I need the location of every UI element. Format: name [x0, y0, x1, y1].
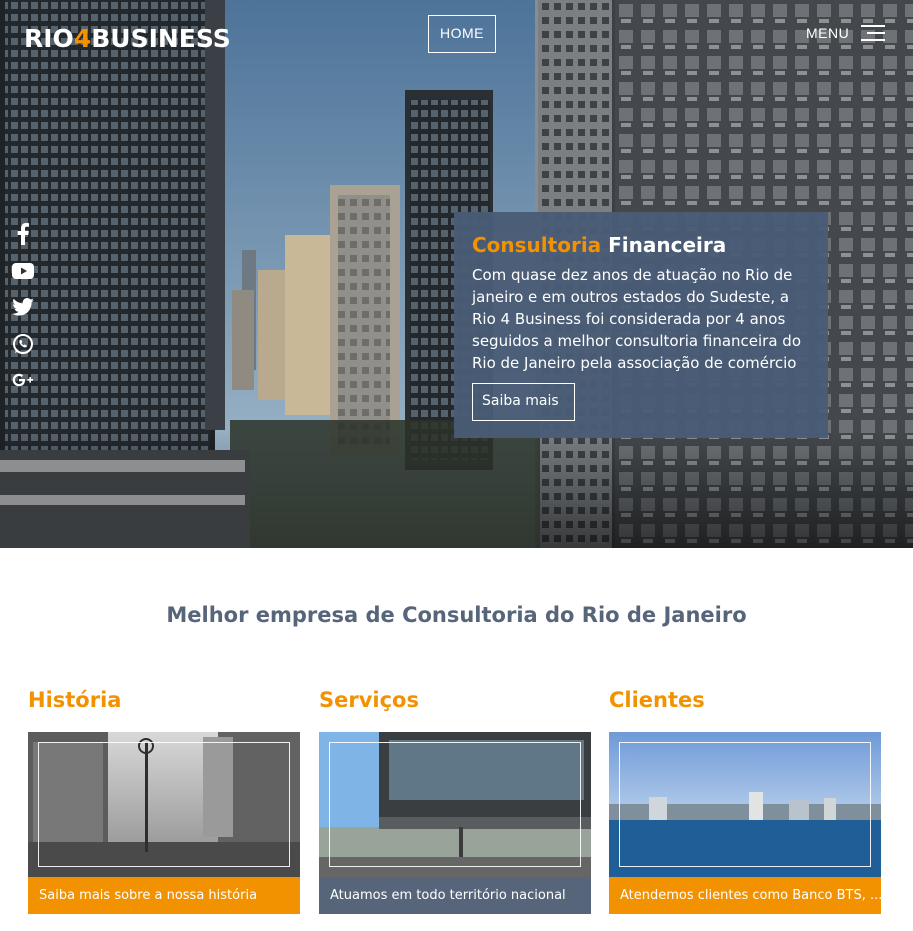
brand-logo[interactable]: RIO4BUSINESS	[24, 24, 231, 54]
clientes-caption-link[interactable]: Atendemos clientes como Banco BTS, ...	[609, 877, 881, 914]
social-links	[11, 222, 35, 405]
hero-card-title: Consultoria Financeira	[472, 232, 810, 258]
hero-banner: RIO4BUSINESS HOME MENU Consultoria Finan…	[0, 0, 913, 548]
section-headline: Melhor empresa de Consultoria do Rio de …	[166, 603, 747, 627]
column-title-servicos: Serviços	[319, 688, 419, 712]
home-button[interactable]: HOME	[428, 15, 496, 53]
logo-text-four: 4	[73, 24, 92, 53]
menu-label: MENU	[806, 25, 850, 41]
servicos-caption-link[interactable]: Atuamos em todo território nacional	[319, 877, 591, 914]
servicos-image-frame	[329, 742, 581, 867]
column-servicos: Serviços Atuamos em todo território naci…	[319, 686, 591, 914]
hero-card-title-highlight: Consultoria	[472, 233, 602, 257]
google-plus-icon[interactable]	[11, 368, 35, 392]
youtube-icon[interactable]	[11, 259, 35, 283]
whatsapp-icon[interactable]	[11, 332, 35, 356]
historia-image[interactable]	[28, 732, 300, 877]
clientes-image-frame	[619, 742, 871, 867]
twitter-icon[interactable]	[11, 295, 35, 319]
hamburger-icon	[861, 23, 886, 43]
clientes-image[interactable]	[609, 732, 881, 877]
column-historia: História Saiba mais sobre a nossa histór…	[28, 686, 300, 914]
column-title-historia: História	[28, 688, 122, 712]
saiba-mais-button[interactable]: Saiba mais	[472, 383, 575, 421]
menu-toggle[interactable]: MENU	[806, 23, 886, 43]
hero-card-title-rest: Financeira	[608, 233, 727, 257]
logo-text-business: BUSINESS	[91, 24, 231, 53]
historia-caption-link[interactable]: Saiba mais sobre a nossa história	[28, 877, 300, 914]
logo-text-rio: RIO	[24, 24, 74, 53]
facebook-icon[interactable]	[11, 222, 35, 246]
column-clientes: Clientes Atendemos clientes como Banco B…	[609, 686, 881, 914]
historia-image-frame	[38, 742, 290, 867]
hero-info-card: Consultoria Financeira Com quase dez ano…	[454, 212, 828, 438]
hero-card-body: Com quase dez anos de atuação no Rio de …	[472, 266, 802, 372]
column-title-clientes: Clientes	[609, 688, 705, 712]
servicos-image[interactable]	[319, 732, 591, 877]
